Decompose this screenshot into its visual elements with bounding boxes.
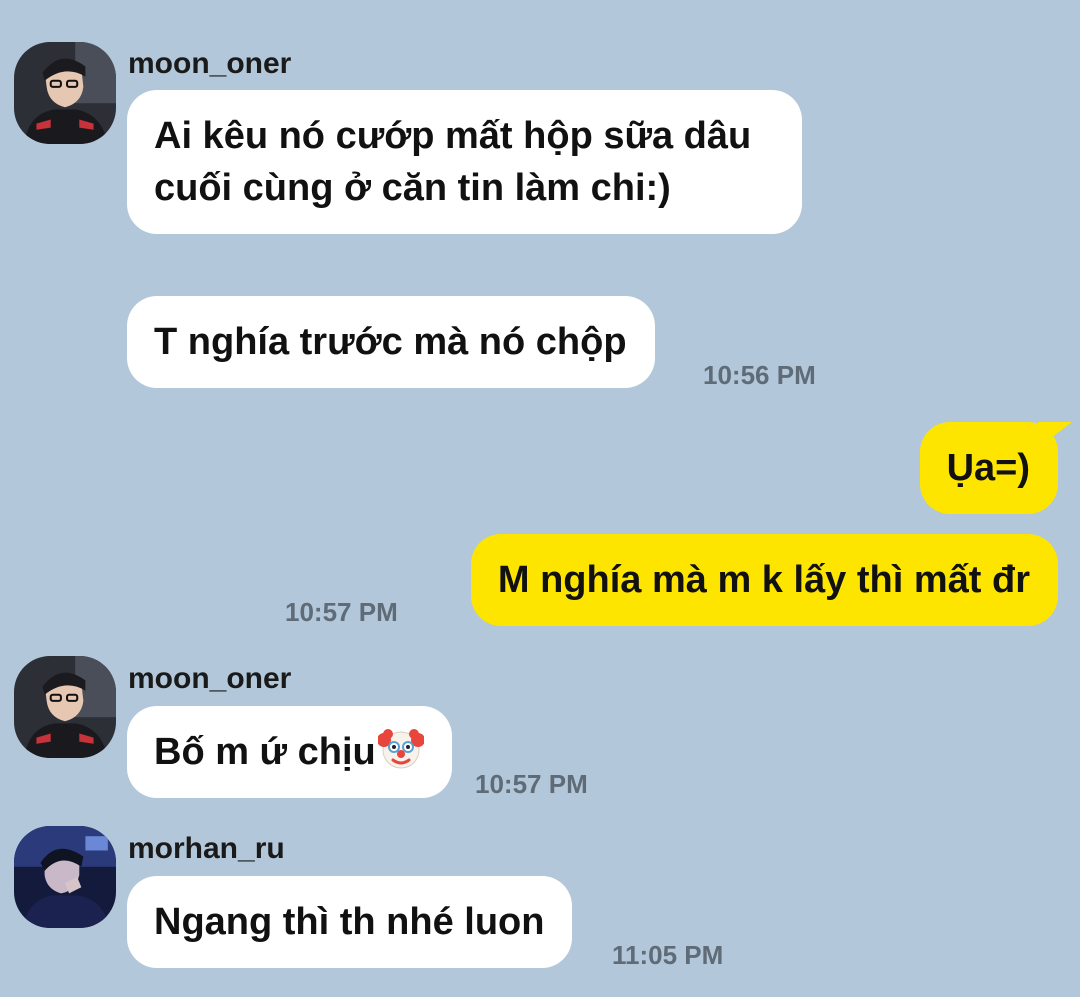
profile-photo-icon — [14, 42, 116, 144]
sender-name: morhan_ru — [128, 832, 285, 865]
profile-photo-icon — [14, 826, 116, 928]
message-bubble-outgoing[interactable]: M nghía mà m k lấy thì mất đr — [470, 534, 1058, 626]
message-text: Bố m ứ chịu — [154, 731, 376, 773]
message-text: Ngang thì th nhé luon — [154, 901, 545, 943]
sender-name: moon_oner — [128, 662, 292, 695]
profile-photo-icon — [14, 656, 116, 758]
clown-face-icon — [377, 726, 424, 772]
avatar[interactable] — [14, 826, 116, 928]
timestamp: 10:57 PM — [475, 769, 588, 799]
avatar[interactable] — [14, 42, 116, 144]
message-bubble[interactable]: Ai kêu nó cướp mất hộp sữa dâu cuối cùng… — [127, 90, 802, 234]
timestamp: 10:56 PM — [703, 360, 816, 390]
message-text: M nghía mà m k lấy thì mất đr — [497, 559, 1030, 601]
message-bubble-outgoing[interactable]: Ụa=) — [919, 422, 1073, 514]
chat-screen[interactable]: { "messages": [ { "sender": "moon_oner",… — [0, 0, 1080, 997]
message-bubble[interactable]: Bố m ứ chịu — [127, 706, 452, 798]
timestamp: 10:57 PM — [285, 597, 398, 627]
message-bubble[interactable]: Ngang thì th nhé luon — [127, 876, 573, 968]
message-text: Ai kêu nó cướp mất hộp sữa dâu cuối cùng… — [154, 115, 752, 209]
sender-name: moon_oner — [128, 47, 292, 80]
message-text: Ụa=) — [946, 447, 1030, 489]
message-bubble[interactable]: T nghía trước mà nó chộp — [127, 296, 655, 388]
timestamp: 11:05 PM — [612, 940, 724, 970]
avatar[interactable] — [14, 656, 116, 758]
message-text: T nghía trước mà nó chộp — [154, 321, 627, 363]
